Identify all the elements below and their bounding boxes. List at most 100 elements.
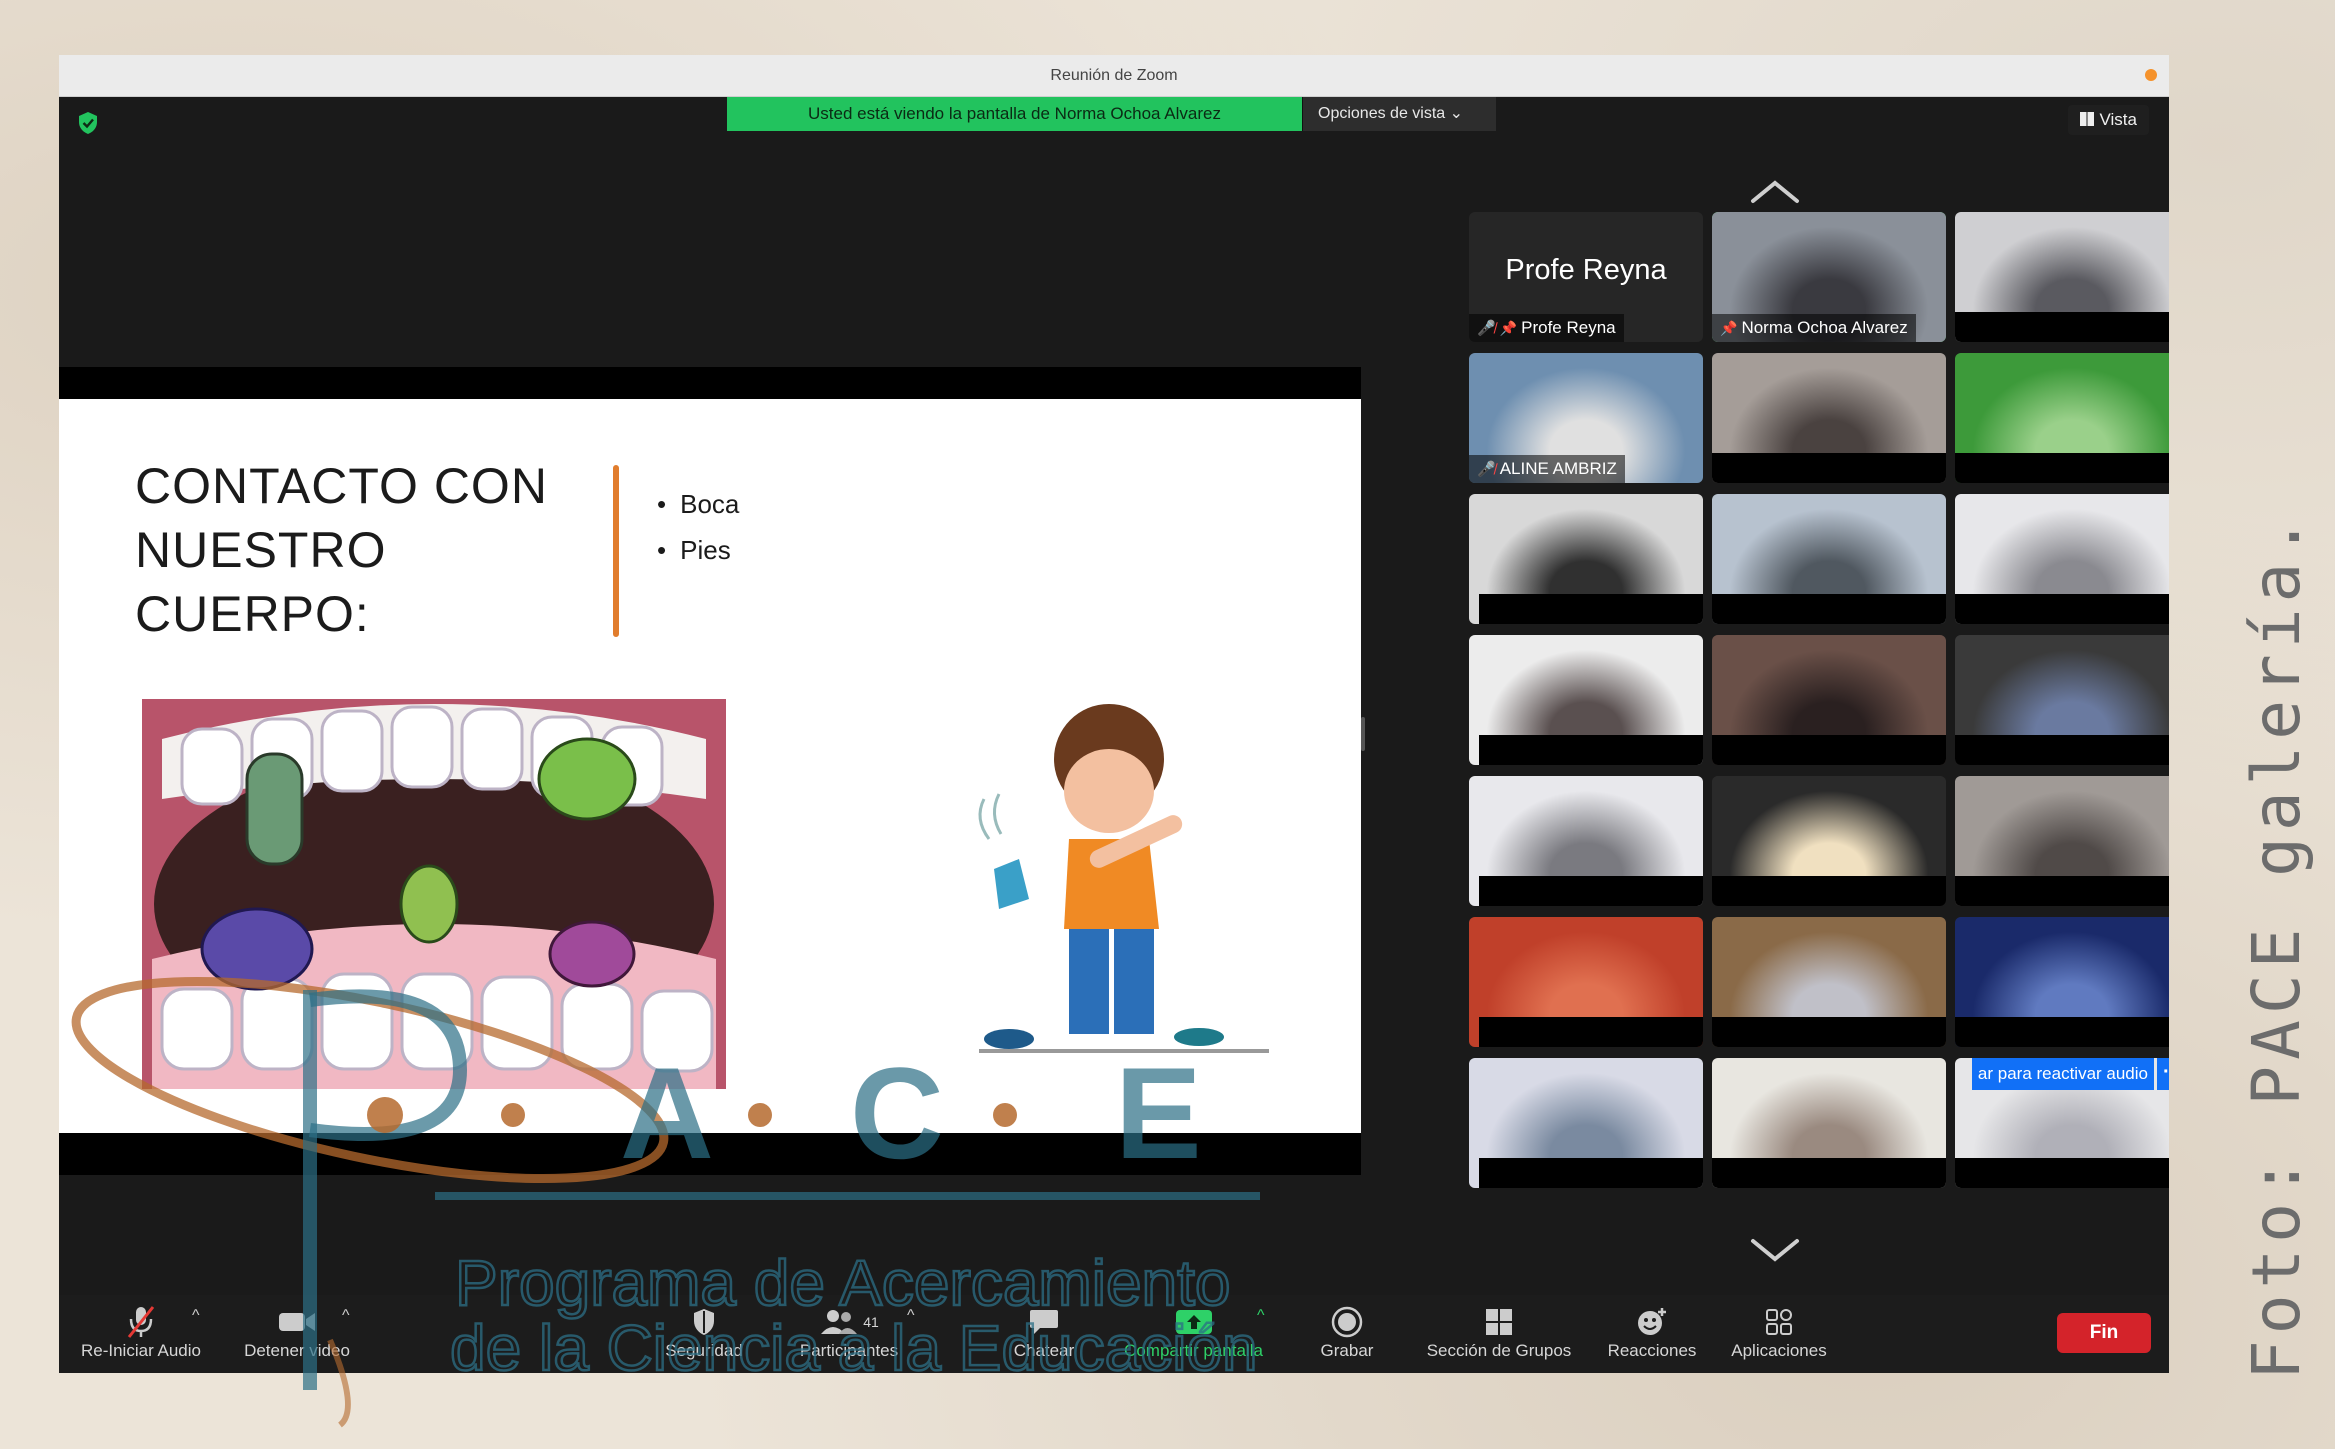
slide-bullet: Pies — [657, 527, 739, 573]
redacted-name-bar — [1712, 735, 1946, 765]
slide-bullet: Boca — [657, 481, 739, 527]
participant-tile[interactable]: 🎤̸ ALINE AMBRIZ — [1469, 353, 1703, 483]
gallery-page-down-icon[interactable] — [1747, 1237, 1803, 1265]
participant-name: Norma Ochoa Alvarez — [1741, 318, 1908, 337]
redacted-name-bar — [1712, 1017, 1946, 1047]
participant-name-bar: 🎤̸ ALINE AMBRIZ — [1469, 455, 1625, 483]
participant-tile[interactable] — [1712, 353, 1946, 483]
security-button[interactable]: Seguridad — [649, 1305, 759, 1361]
recording-indicator-icon — [2145, 69, 2157, 81]
chat-bubble-icon — [1030, 1310, 1058, 1334]
breakout-rooms-button[interactable]: Sección de Grupos — [1414, 1305, 1584, 1361]
reactions-button[interactable]: Reacciones — [1597, 1305, 1707, 1361]
redacted-name-bar — [1955, 735, 2169, 765]
participant-tile[interactable] — [1469, 776, 1703, 906]
apps-button[interactable]: Aplicaciones — [1719, 1305, 1839, 1361]
muted-microphone-icon: 🎤̸ — [1477, 320, 1496, 337]
pin-icon: 📌 — [1499, 320, 1518, 336]
meeting-toolbar: Re-Iniciar Audio ^ Detener video ^ Segur… — [59, 1295, 2169, 1373]
screen-share-banner: Usted está viendo la pantalla de Norma O… — [727, 97, 1496, 131]
redacted-name-bar — [1712, 1158, 1946, 1188]
participant-count: 41 — [863, 1314, 879, 1330]
more-options-icon[interactable]: ··· — [2157, 1058, 2169, 1090]
participants-button[interactable]: 41 Participantes — [779, 1305, 919, 1361]
redacted-name-bar — [1712, 594, 1946, 624]
participant-tile[interactable] — [1955, 353, 2169, 483]
participant-tile[interactable] — [1712, 494, 1946, 624]
participant-tile[interactable]: Profe Reyna 🎤̸ 📌 Profe Reyna — [1469, 212, 1703, 342]
participant-tile[interactable] — [1469, 635, 1703, 765]
participant-display-name: Profe Reyna — [1505, 254, 1667, 286]
gallery-page-up-icon[interactable] — [1747, 177, 1803, 205]
record-icon — [1331, 1306, 1363, 1338]
end-meeting-button[interactable]: Fin — [2057, 1313, 2151, 1353]
slide-title: CONTACTO CON NUESTRO CUERPO: — [135, 458, 548, 642]
participant-name-bar: 🎤̸ 📌 Profe Reyna — [1469, 314, 1624, 342]
shield-icon — [694, 1309, 714, 1335]
breakout-grid-icon — [1486, 1309, 1512, 1335]
slide-bullet-list: Boca Pies — [657, 481, 739, 573]
participant-name-bar: 📌 Norma Ochoa Alvarez — [1712, 314, 1916, 342]
shared-slide: CONTACTO CON NUESTRO CUERPO: Boca Pies — [59, 399, 1361, 1133]
redacted-name-bar — [1955, 876, 2169, 906]
view-layout-icon — [2079, 112, 2094, 126]
redacted-name-bar — [1955, 1017, 2169, 1047]
participant-tile[interactable]: 📌 Norma Ochoa Alvarez — [1712, 212, 1946, 342]
video-options-caret-icon[interactable]: ^ — [342, 1307, 350, 1325]
participant-tile[interactable] — [1955, 635, 2169, 765]
participant-tile[interactable] — [1712, 776, 1946, 906]
participant-name: Profe Reyna — [1521, 318, 1616, 337]
redacted-name-bar — [1712, 876, 1946, 906]
redacted-name-bar — [1955, 1158, 2169, 1188]
muted-microphone-icon: 🎤̸ — [1477, 461, 1496, 478]
participant-tile[interactable] — [1955, 212, 2169, 342]
participants-caret-icon[interactable]: ^ — [907, 1307, 915, 1325]
redacted-name-bar — [1712, 453, 1946, 483]
photo-credit: Foto: PACE galería. — [2238, 511, 2315, 1380]
panel-resize-handle[interactable] — [1361, 717, 1365, 751]
video-camera-icon — [279, 1313, 315, 1331]
microphone-muted-icon — [127, 1306, 155, 1338]
participant-tile[interactable] — [1955, 917, 2169, 1047]
window-title: Reunión de Zoom — [1050, 67, 1178, 84]
share-screen-arrow-icon — [1175, 1310, 1212, 1334]
security-shield-icon[interactable] — [77, 111, 99, 135]
participant-tile[interactable] — [1469, 1058, 1703, 1188]
viewing-screen-label: Usted está viendo la pantalla de Norma O… — [727, 97, 1302, 131]
redacted-name-bar — [1955, 453, 2169, 483]
redacted-name-bar — [1479, 876, 1703, 906]
chat-button[interactable]: Chatear — [994, 1305, 1094, 1361]
redacted-name-bar — [1479, 594, 1703, 624]
share-bottom-band — [59, 1133, 1361, 1175]
record-button[interactable]: Grabar — [1297, 1305, 1397, 1361]
title-bar: Reunión de Zoom — [59, 55, 2169, 97]
redacted-name-bar — [1955, 594, 2169, 624]
audio-options-caret-icon[interactable]: ^ — [192, 1307, 200, 1325]
participants-icon — [821, 1310, 858, 1334]
redacted-name-bar — [1955, 312, 2169, 342]
participant-tile[interactable] — [1712, 635, 1946, 765]
participant-tile[interactable] — [1469, 494, 1703, 624]
unmute-request-text: ar para reactivar audio — [1971, 1058, 2154, 1090]
participant-tile[interactable] — [1955, 776, 2169, 906]
redacted-name-bar — [1479, 735, 1703, 765]
redacted-name-bar — [1479, 1158, 1703, 1188]
slide-accent-bar — [613, 465, 619, 637]
view-options-button[interactable]: Opciones de vista ⌄ — [1302, 97, 1496, 131]
smiley-plus-icon — [1638, 1308, 1666, 1335]
view-button[interactable]: Vista — [2067, 105, 2149, 135]
germs-in-mouth-illustration — [142, 699, 726, 1089]
participant-tile[interactable] — [1955, 494, 2169, 624]
restart-audio-button[interactable]: Re-Iniciar Audio — [71, 1305, 211, 1361]
participant-tile[interactable] — [1469, 917, 1703, 1047]
zoom-window: Reunión de Zoom Usted está viendo la pan… — [59, 55, 2169, 1373]
unmute-request-banner[interactable]: ar para reactivar audio··· — [1971, 1058, 2169, 1090]
participant-tile[interactable]: ar para reactivar audio··· — [1955, 1058, 2169, 1188]
pin-icon: 📌 — [1720, 320, 1738, 336]
participant-tile[interactable] — [1712, 917, 1946, 1047]
share-options-caret-icon[interactable]: ^ — [1257, 1307, 1265, 1325]
redacted-name-bar — [1479, 1017, 1703, 1047]
participant-tile[interactable] — [1712, 1058, 1946, 1188]
share-screen-button[interactable]: Compartir pantalla — [1111, 1305, 1276, 1361]
apps-icon — [1766, 1309, 1792, 1335]
